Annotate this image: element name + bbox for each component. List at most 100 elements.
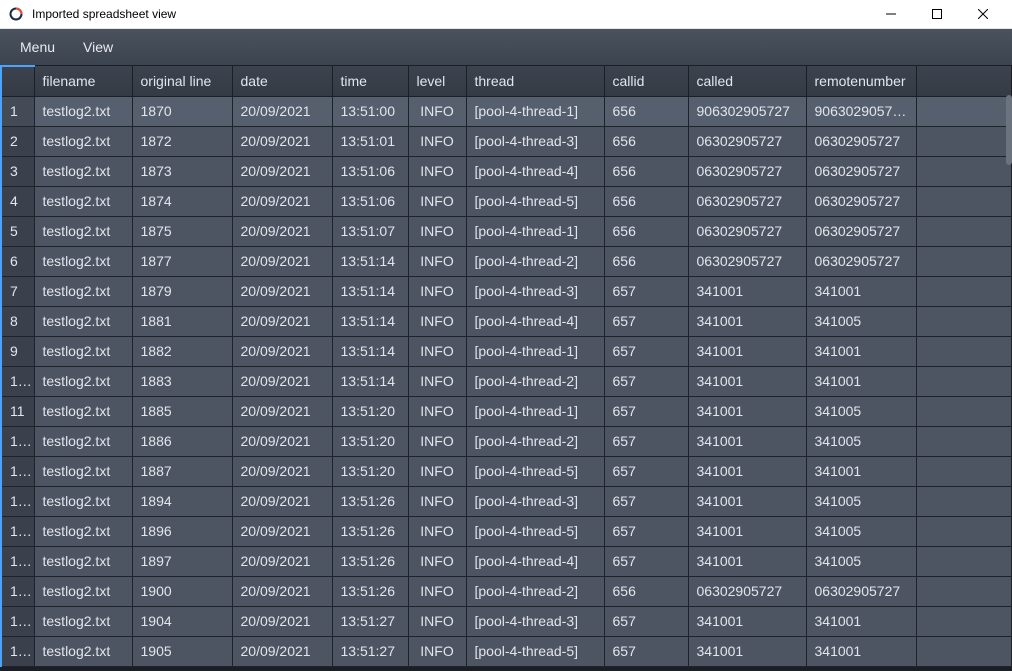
- maximize-button[interactable]: [914, 0, 960, 29]
- cell-original-line[interactable]: 1885: [132, 396, 232, 426]
- cell-time[interactable]: 13:51:06: [332, 156, 408, 186]
- cell-date[interactable]: 20/09/2021: [232, 96, 332, 126]
- table-row[interactable]: 17testlog2.txt190020/09/202113:51:26INFO…: [1, 576, 1012, 606]
- cell-remotenumber[interactable]: 341001: [806, 336, 916, 366]
- cell-thread[interactable]: [pool-4-thread-4]: [466, 156, 604, 186]
- cell-date[interactable]: 20/09/2021: [232, 186, 332, 216]
- menu-item-view[interactable]: View: [71, 33, 125, 61]
- cell-level[interactable]: INFO: [408, 126, 466, 156]
- table-row[interactable]: 6testlog2.txt187720/09/202113:51:14INFO[…: [1, 246, 1012, 276]
- cell-callid[interactable]: 657: [604, 366, 688, 396]
- cell-time[interactable]: 13:51:27: [332, 606, 408, 636]
- cell-remotenumber[interactable]: 341005: [806, 516, 916, 546]
- table-row[interactable]: 19testlog2.txt190520/09/202113:51:27INFO…: [1, 636, 1012, 666]
- cell-level[interactable]: INFO: [408, 516, 466, 546]
- table-row[interactable]: 7testlog2.txt187920/09/202113:51:14INFO[…: [1, 276, 1012, 306]
- cell-time[interactable]: 13:51:26: [332, 576, 408, 606]
- cell-remotenumber[interactable]: 341001: [806, 276, 916, 306]
- row-number[interactable]: 19: [1, 636, 34, 666]
- row-number[interactable]: 17: [1, 576, 34, 606]
- cell-callid[interactable]: 657: [604, 636, 688, 666]
- cell-thread[interactable]: [pool-4-thread-2]: [466, 576, 604, 606]
- cell-remotenumber[interactable]: 06302905727: [806, 126, 916, 156]
- cell-original-line[interactable]: 1877: [132, 246, 232, 276]
- cell-called[interactable]: 341001: [688, 336, 806, 366]
- cell-time[interactable]: 13:51:14: [332, 366, 408, 396]
- cell-thread[interactable]: [pool-4-thread-2]: [466, 366, 604, 396]
- cell-level[interactable]: INFO: [408, 426, 466, 456]
- cell-original-line[interactable]: 1872: [132, 126, 232, 156]
- cell-blank[interactable]: [916, 186, 1012, 216]
- cell-level[interactable]: INFO: [408, 486, 466, 516]
- cell-callid[interactable]: 657: [604, 606, 688, 636]
- cell-date[interactable]: 20/09/2021: [232, 606, 332, 636]
- cell-remotenumber[interactable]: 341005: [806, 486, 916, 516]
- cell-thread[interactable]: [pool-4-thread-2]: [466, 246, 604, 276]
- cell-callid[interactable]: 656: [604, 216, 688, 246]
- cell-filename[interactable]: testlog2.txt: [34, 186, 132, 216]
- cell-called[interactable]: 341001: [688, 606, 806, 636]
- cell-remotenumber[interactable]: 06302905727: [806, 246, 916, 276]
- cell-time[interactable]: 13:51:26: [332, 546, 408, 576]
- cell-date[interactable]: 20/09/2021: [232, 246, 332, 276]
- cell-filename[interactable]: testlog2.txt: [34, 96, 132, 126]
- cell-date[interactable]: 20/09/2021: [232, 396, 332, 426]
- cell-time[interactable]: 13:51:06: [332, 186, 408, 216]
- row-number[interactable]: 16: [1, 546, 34, 576]
- corner-header[interactable]: [1, 66, 34, 96]
- cell-called[interactable]: 341001: [688, 486, 806, 516]
- column-header-thread[interactable]: thread: [466, 66, 604, 96]
- cell-remotenumber[interactable]: 341005: [806, 426, 916, 456]
- cell-date[interactable]: 20/09/2021: [232, 366, 332, 396]
- cell-time[interactable]: 13:51:14: [332, 336, 408, 366]
- cell-filename[interactable]: testlog2.txt: [34, 486, 132, 516]
- cell-level[interactable]: INFO: [408, 246, 466, 276]
- cell-filename[interactable]: testlog2.txt: [34, 276, 132, 306]
- cell-called[interactable]: 341001: [688, 426, 806, 456]
- cell-thread[interactable]: [pool-4-thread-1]: [466, 216, 604, 246]
- cell-callid[interactable]: 656: [604, 246, 688, 276]
- cell-blank[interactable]: [916, 456, 1012, 486]
- cell-remotenumber[interactable]: 06302905727: [806, 186, 916, 216]
- cell-date[interactable]: 20/09/2021: [232, 156, 332, 186]
- scrollbar-thumb[interactable]: [1006, 95, 1012, 165]
- cell-thread[interactable]: [pool-4-thread-1]: [466, 96, 604, 126]
- cell-original-line[interactable]: 1900: [132, 576, 232, 606]
- column-header-blank[interactable]: [916, 66, 1012, 96]
- row-number[interactable]: 13: [1, 456, 34, 486]
- cell-time[interactable]: 13:51:01: [332, 126, 408, 156]
- cell-time[interactable]: 13:51:14: [332, 306, 408, 336]
- minimize-button[interactable]: [868, 0, 914, 29]
- cell-blank[interactable]: [916, 606, 1012, 636]
- table-row[interactable]: 13testlog2.txt188720/09/202113:51:20INFO…: [1, 456, 1012, 486]
- cell-time[interactable]: 13:51:07: [332, 216, 408, 246]
- cell-remotenumber[interactable]: 341005: [806, 396, 916, 426]
- row-number[interactable]: 11: [1, 396, 34, 426]
- cell-date[interactable]: 20/09/2021: [232, 426, 332, 456]
- cell-date[interactable]: 20/09/2021: [232, 126, 332, 156]
- cell-original-line[interactable]: 1875: [132, 216, 232, 246]
- cell-level[interactable]: INFO: [408, 96, 466, 126]
- cell-level[interactable]: INFO: [408, 156, 466, 186]
- cell-thread[interactable]: [pool-4-thread-5]: [466, 636, 604, 666]
- cell-blank[interactable]: [916, 486, 1012, 516]
- cell-time[interactable]: 13:51:20: [332, 426, 408, 456]
- cell-time[interactable]: 13:51:26: [332, 516, 408, 546]
- cell-thread[interactable]: [pool-4-thread-4]: [466, 546, 604, 576]
- row-number[interactable]: 3: [1, 156, 34, 186]
- cell-remotenumber[interactable]: 06302905727: [806, 156, 916, 186]
- cell-callid[interactable]: 657: [604, 486, 688, 516]
- cell-time[interactable]: 13:51:14: [332, 246, 408, 276]
- cell-filename[interactable]: testlog2.txt: [34, 156, 132, 186]
- cell-blank[interactable]: [916, 546, 1012, 576]
- cell-filename[interactable]: testlog2.txt: [34, 636, 132, 666]
- cell-original-line[interactable]: 1881: [132, 306, 232, 336]
- cell-called[interactable]: 341001: [688, 276, 806, 306]
- cell-remotenumber[interactable]: 906302905727: [806, 96, 916, 126]
- cell-original-line[interactable]: 1897: [132, 546, 232, 576]
- column-header-called[interactable]: called: [688, 66, 806, 96]
- cell-called[interactable]: 341001: [688, 516, 806, 546]
- cell-blank[interactable]: [916, 426, 1012, 456]
- cell-thread[interactable]: [pool-4-thread-5]: [466, 516, 604, 546]
- cell-original-line[interactable]: 1882: [132, 336, 232, 366]
